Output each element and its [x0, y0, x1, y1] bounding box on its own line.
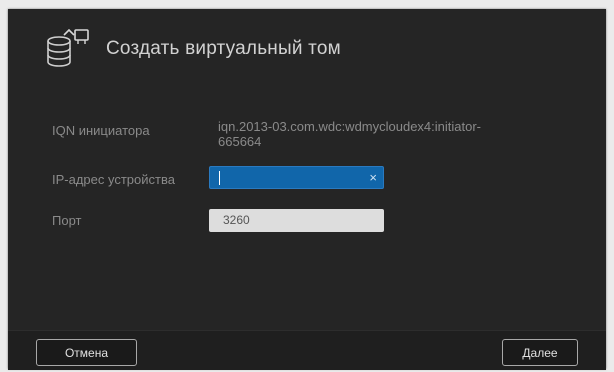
device-ip-input[interactable]: × [209, 166, 384, 189]
port-input[interactable]: 3260 [209, 209, 384, 232]
clear-icon[interactable]: × [369, 170, 377, 185]
iqn-initiator-value: iqn.2013-03.com.wdc:wdmycloudex4:initiat… [218, 119, 482, 149]
device-ip-label: IP-адрес устройства [52, 172, 175, 187]
storage-database-icon [44, 26, 94, 68]
dialog-footer: Отмена Далее [8, 330, 606, 370]
dialog-title: Создать виртуальный том [106, 38, 341, 59]
iqn-initiator-label: IQN инициатора [52, 123, 150, 138]
dialog-header: Создать виртуальный том [8, 9, 606, 89]
text-caret [219, 171, 220, 185]
cancel-button[interactable]: Отмена [36, 339, 137, 366]
create-virtual-volume-dialog: Создать виртуальный том IQN инициатора i… [8, 9, 606, 370]
next-button[interactable]: Далее [502, 339, 578, 366]
port-label: Порт [52, 213, 82, 228]
